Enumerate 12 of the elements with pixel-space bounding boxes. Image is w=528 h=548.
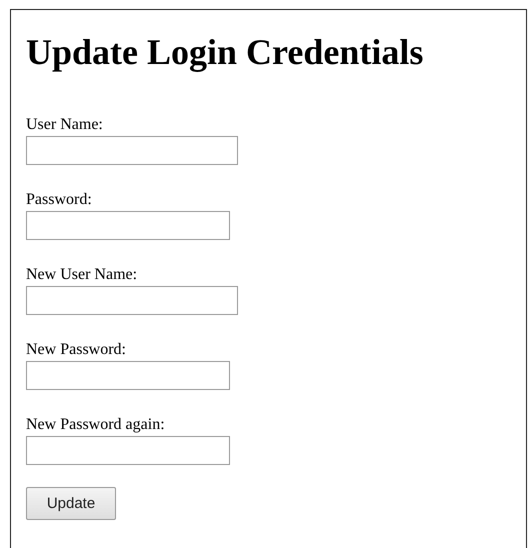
field-label: New Password again: (26, 415, 165, 435)
input-field[interactable] (26, 136, 238, 165)
input-field[interactable] (26, 211, 230, 240)
field-label: New User Name: (26, 265, 138, 285)
update-button[interactable]: Update (26, 487, 116, 520)
input-field[interactable] (26, 436, 230, 465)
input-field[interactable] (26, 286, 238, 315)
input-field[interactable] (26, 361, 230, 390)
field-label: User Name: (26, 115, 103, 135)
page-title: Update Login Credentials (26, 31, 424, 74)
field-label: Password: (26, 190, 92, 210)
field-label: New Password: (26, 340, 126, 360)
